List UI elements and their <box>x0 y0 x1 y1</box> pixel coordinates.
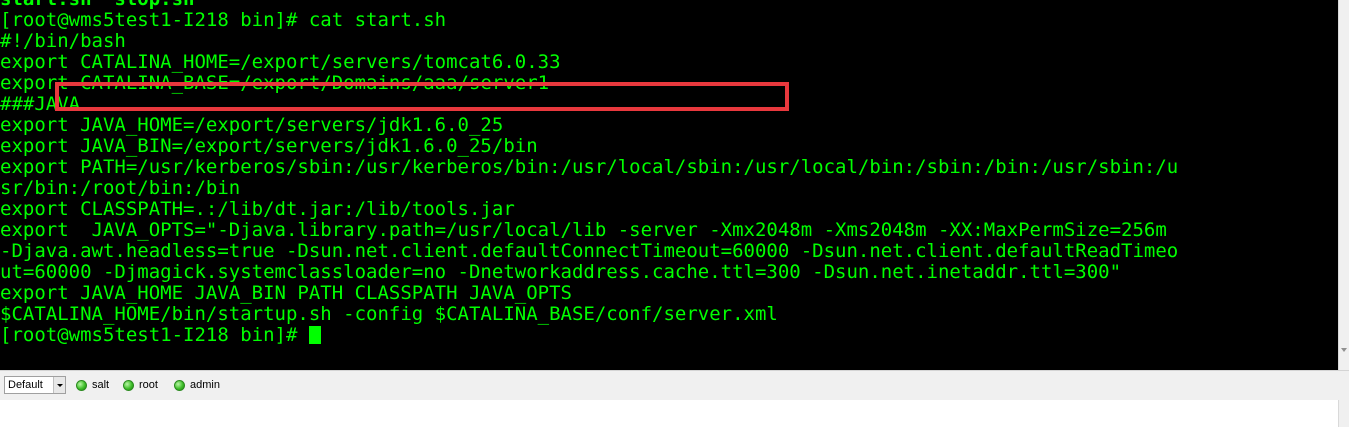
terminal-line: export CATALINA_HOME=/export/servers/tom… <box>0 51 561 73</box>
session-admin[interactable]: admin <box>174 377 220 393</box>
terminal-line: export PATH=/usr/kerberos/sbin:/usr/kerb… <box>0 156 1179 178</box>
terminal-cursor <box>308 326 321 344</box>
terminal-line: $CATALINA_HOME/bin/startup.sh -config $C… <box>0 303 778 325</box>
terminal-window[interactable]: start.sh stop.sh [root@wms5test1-I218 bi… <box>0 0 1338 370</box>
terminal-line: [root@wms5test1-I218 bin]# cat start.sh <box>0 9 447 31</box>
bottom-panel <box>0 400 1349 427</box>
highlight-annotation-box <box>55 82 789 111</box>
chevron-down-icon[interactable] <box>53 377 65 393</box>
terminal-line: export JAVA_HOME=/export/servers/jdk1.6.… <box>0 114 504 136</box>
session-salt[interactable]: salt <box>76 377 109 393</box>
terminal-line: #!/bin/bash <box>0 30 126 52</box>
bottom-scrollbar[interactable] <box>1338 400 1349 427</box>
terminal-line: export JAVA_OPTS="-Djava.library.path=/u… <box>0 219 1167 241</box>
session-label: admin <box>190 379 220 391</box>
profile-select-value: Default <box>8 379 43 391</box>
terminal-line: export JAVA_BIN=/export/servers/jdk1.6.0… <box>0 135 538 157</box>
terminal-prompt: [root@wms5test1-I218 bin]# <box>0 324 309 346</box>
terminal-line: -Djava.awt.headless=true -Dsun.net.clien… <box>0 240 1179 262</box>
terminal-line: ut=60000 -Djmagick.systemclassloader=no … <box>0 261 1122 283</box>
session-label: salt <box>92 379 110 391</box>
terminal-prompt-line[interactable]: [root@wms5test1-I218 bin]# <box>0 325 1178 346</box>
terminal-output: start.sh stop.sh [root@wms5test1-I218 bi… <box>0 0 1178 346</box>
terminal-line: sr/bin:/root/bin:/bin <box>0 177 241 199</box>
scroll-down-arrow-icon[interactable] <box>1341 348 1347 352</box>
terminal-scrollbar[interactable] <box>1338 0 1349 370</box>
session-bar: Default salt root admin <box>0 370 1349 400</box>
session-label: root <box>139 379 158 391</box>
green-status-dot-icon <box>76 379 87 391</box>
terminal-line: export CLASSPATH=.:/lib/dt.jar:/lib/tool… <box>0 198 515 220</box>
profile-select[interactable]: Default <box>4 376 66 394</box>
terminal-line: export JAVA_HOME JAVA_BIN PATH CLASSPATH… <box>0 282 572 304</box>
green-status-dot-icon <box>174 379 185 391</box>
session-root[interactable]: root <box>123 377 158 393</box>
green-status-dot-icon <box>123 379 134 391</box>
